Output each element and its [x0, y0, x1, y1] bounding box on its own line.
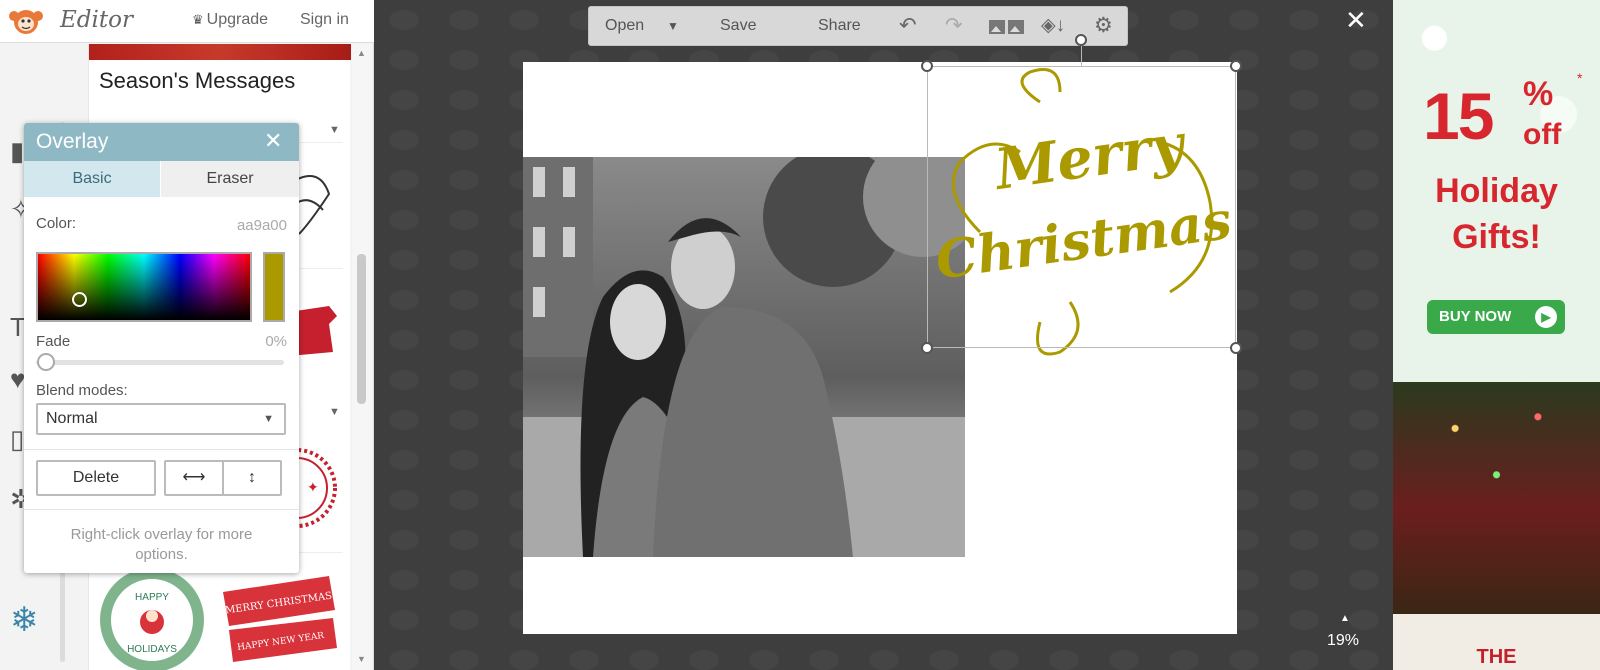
color-picker[interactable]: [36, 252, 252, 322]
couple-photo[interactable]: [523, 157, 965, 557]
compare-images-icon[interactable]: [989, 18, 1025, 36]
zoom-up-icon[interactable]: ▲: [1340, 613, 1350, 624]
dialog-header[interactable]: Overlay ✕: [24, 123, 299, 161]
blend-mode-select[interactable]: Normal ▼: [36, 403, 286, 435]
overlay-hint: Right-click overlay for more options.: [70, 526, 253, 563]
tab-basic[interactable]: Basic: [24, 161, 160, 197]
resize-handle-top-left[interactable]: [921, 60, 933, 72]
zoom-level[interactable]: 19%: [1327, 632, 1359, 650]
app-root: Editor ♛ Upgrade Sign in ▮ ✧ T ♥ ▯ ✲ ❄ Se…: [0, 0, 1600, 670]
upgrade-link[interactable]: ♛ Upgrade: [192, 11, 268, 29]
badge-top-text: HAPPY: [135, 592, 169, 603]
seal-thumbnail[interactable]: ✦: [293, 434, 337, 542]
selection-box[interactable]: [927, 66, 1236, 348]
flip-horizontal-icon: ⟷: [182, 469, 206, 486]
chevron-down-icon[interactable]: ▼: [329, 406, 340, 418]
frames-icon[interactable]: ▯: [10, 424, 24, 455]
ad-asterisk: *: [1577, 70, 1583, 86]
color-swatch: [263, 252, 285, 322]
top-bar: Editor ♛ Upgrade Sign in: [0, 0, 374, 43]
chevron-down-icon: ▼: [263, 413, 274, 425]
layers-icon[interactable]: ◈↓: [1041, 14, 1065, 37]
flip-horizontal-button[interactable]: ⟷: [164, 460, 224, 496]
scroll-thumb[interactable]: [357, 254, 366, 404]
scroll-up-icon[interactable]: ▲: [357, 48, 366, 58]
fade-label: Fade: [36, 333, 71, 350]
ad-off-label: off: [1523, 118, 1562, 151]
resize-handle-top-right[interactable]: [1230, 60, 1242, 72]
upgrade-label: Upgrade: [206, 11, 269, 28]
open-dropdown-chevron-icon[interactable]: ▼: [667, 19, 679, 33]
fade-slider-knob[interactable]: [37, 353, 55, 371]
ad-brand-text: THE: [1476, 646, 1517, 668]
dialog-title: Overlay: [36, 130, 109, 153]
ad-product-photo: [1393, 382, 1600, 614]
gear-icon[interactable]: ⚙: [1094, 13, 1113, 38]
fade-value: 0%: [265, 333, 287, 350]
merry-christmas-banner[interactable]: MERRY CHRISTMAS HAPPY NEW YEAR: [219, 570, 339, 670]
color-hex-value[interactable]: aa9a00: [237, 217, 287, 234]
flip-vertical-button[interactable]: ↕: [222, 460, 282, 496]
svg-text:✦: ✦: [307, 480, 319, 496]
play-icon: ▶: [1535, 306, 1557, 328]
crown-icon: ♛: [192, 12, 204, 27]
monkey-logo-icon[interactable]: [8, 6, 44, 36]
ad-headline-2: Gifts!: [1452, 218, 1541, 256]
close-icon[interactable]: ✕: [264, 128, 282, 154]
divider: [24, 449, 299, 450]
fade-slider[interactable]: [36, 360, 284, 365]
ad-buy-label: BUY NOW: [1439, 308, 1512, 325]
rotate-handle-stem: [1081, 44, 1082, 66]
resize-handle-bottom-right[interactable]: [1230, 342, 1242, 354]
blend-mode-value: Normal: [46, 410, 98, 427]
left-sidebar: Editor ♛ Upgrade Sign in ▮ ✧ T ♥ ▯ ✲ ❄ Se…: [0, 0, 374, 670]
ad-discount-number: 15: [1423, 79, 1494, 153]
close-editor-icon[interactable]: ✕: [1345, 5, 1367, 36]
undo-icon[interactable]: ↶: [899, 13, 917, 38]
rotate-handle[interactable]: [1075, 34, 1087, 46]
panel-title: Season's Messages: [99, 68, 296, 93]
ad-percent-sign: %: [1523, 75, 1554, 113]
main-toolbar: Open ▼ Save Share ↶ ↷ ◈↓ ⚙: [588, 6, 1128, 46]
color-label: Color:: [36, 215, 77, 232]
app-name: Editor: [60, 7, 133, 33]
seasonal-snowflake-icon[interactable]: ❄: [10, 600, 39, 640]
advertisement[interactable]: 15 % * off Holiday Gifts! BUY NOW ▶ THE: [1393, 0, 1600, 670]
flip-vertical-icon: ↕: [248, 469, 256, 486]
color-picker-knob[interactable]: [72, 292, 87, 307]
happy-holidays-badge[interactable]: HAPPY HOLIDAYS: [97, 564, 207, 670]
overlay-dialog: Overlay ✕ Basic Eraser Color: aa9a00 Fad…: [24, 123, 299, 573]
save-button[interactable]: Save: [720, 17, 756, 35]
resize-handle-bottom-left[interactable]: [921, 342, 933, 354]
share-button[interactable]: Share: [818, 17, 861, 35]
basic-edits-icon[interactable]: ▮: [10, 136, 24, 167]
tab-eraser[interactable]: Eraser: [161, 161, 299, 197]
chevron-down-icon[interactable]: ▼: [329, 124, 340, 136]
ad-buy-now-button[interactable]: BUY NOW ▶: [1427, 300, 1565, 334]
ad-headline-1: Holiday: [1435, 172, 1558, 210]
blend-modes-label: Blend modes:: [36, 382, 128, 399]
divider: [24, 509, 299, 510]
scroll-down-icon[interactable]: ▼: [357, 654, 366, 664]
badge-bottom-text: HOLIDAYS: [127, 644, 177, 655]
panel-scrollbar[interactable]: ▲ ▼: [352, 44, 372, 670]
redo-icon[interactable]: ↷: [945, 13, 963, 38]
panel-banner: [89, 44, 351, 60]
delete-button[interactable]: Delete: [36, 460, 156, 496]
sign-in-link[interactable]: Sign in: [300, 11, 349, 29]
open-button[interactable]: Open: [605, 17, 644, 35]
